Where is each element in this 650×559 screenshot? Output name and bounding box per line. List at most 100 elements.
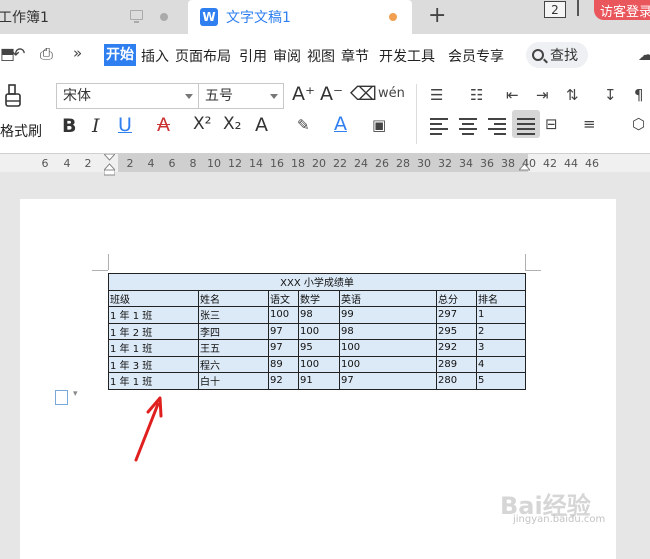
table-cell[interactable]: 280 [436,372,477,390]
menu-member[interactable]: 会员专享 [448,46,504,66]
monitor-icon[interactable] [130,10,143,23]
table-cell[interactable]: 1 年 3 班 [108,355,199,373]
menu-page-layout[interactable]: 页面布局 [175,46,231,66]
table-cell[interactable]: 2 [475,322,527,340]
align-center-icon[interactable] [459,118,477,138]
table-row[interactable]: 1 年 1 班白十 92 91 97 280 5 [108,372,527,390]
menu-review[interactable]: 审阅 [273,46,301,66]
font-color-button[interactable]: A [334,113,347,135]
phonetic-guide-button[interactable]: wén [378,86,405,101]
table-title-row[interactable]: XXX 小学成绩单 [107,273,527,291]
menu-home[interactable]: 开始 [104,44,136,66]
score-table[interactable]: XXX 小学成绩单 班级 姓名 语文 数学 英语 总分 排名 1 年 1 班张三 100 98 99… [107,273,527,390]
font-name-select[interactable]: 宋体 [56,83,199,109]
table-cell[interactable]: 3 [475,339,527,357]
table-cell[interactable]: 1 年 1 班 [108,306,199,324]
grow-font-button[interactable]: A⁺ [292,83,315,105]
table-row[interactable]: 1 年 1 班王五 97 95 100 292 3 [108,339,527,357]
table-cell[interactable]: 1 年 1 班 [108,339,199,357]
table-cell[interactable]: 数学 [298,289,340,307]
right-indent-marker-icon[interactable] [519,154,530,176]
menu-developer[interactable]: 开发工具 [379,46,435,66]
cloud-icon[interactable]: ☁ [638,45,650,64]
bullet-list-icon[interactable]: ☰ [430,86,443,104]
table-cell[interactable]: 1 [475,306,527,324]
table-cell[interactable]: 4 [475,355,527,373]
show-marks-icon[interactable]: ¶ [634,86,644,104]
superscript-button[interactable]: X² [193,114,211,134]
table-cell[interactable]: 张三 [198,306,269,324]
underline-button[interactable]: U [118,114,132,136]
format-painter-label[interactable]: 格式刷 [0,121,42,141]
undo-icon[interactable]: ↶ [12,44,25,63]
table-cell[interactable]: 总分 [436,289,477,307]
more-quick-actions-icon[interactable]: » [73,44,82,62]
table-cell[interactable]: 100 [268,306,299,324]
tab-status-dot-icon[interactable] [160,13,168,21]
tab-workbook[interactable]: 工作簿1 [0,0,186,34]
table-cell[interactable]: 5 [475,372,527,390]
table-cell[interactable]: 97 [268,322,299,340]
table-cell[interactable]: 排名 [475,289,527,307]
table-cell[interactable]: 98 [298,306,340,324]
table-cell[interactable]: 100 [339,339,437,357]
table-cell[interactable]: 297 [436,306,477,324]
table-cell[interactable]: 100 [298,355,340,373]
table-cell[interactable]: 1 年 2 班 [108,322,199,340]
table-cell[interactable]: 程六 [198,355,269,373]
paste-options-icon[interactable] [55,389,78,405]
tab-document[interactable]: W 文字文稿1 [188,0,412,34]
table-cell[interactable]: 英语 [339,289,437,307]
table-cell[interactable]: 289 [436,355,477,373]
line-spacing-icon[interactable]: ≡ [583,115,596,133]
table-cell[interactable]: 李四 [198,322,269,340]
table-header-row[interactable]: 班级 姓名 语文 数学 英语 总分 排名 [108,289,527,307]
table-cell[interactable]: 姓名 [198,289,269,307]
table-row[interactable]: 1 年 1 班张三 100 98 99 297 1 [108,306,527,324]
table-cell[interactable]: 97 [339,372,437,390]
borders-icon[interactable]: ⬡ [632,115,645,133]
increase-indent-icon[interactable]: ⇥ [536,86,549,104]
table-cell[interactable]: 292 [436,339,477,357]
table-cell[interactable]: 295 [436,322,477,340]
menu-insert[interactable]: 插入 [141,46,169,66]
table-cell[interactable]: 99 [339,306,437,324]
menu-chapter[interactable]: 章节 [341,46,369,66]
distribute-icon[interactable]: ⊟ [545,115,558,133]
table-cell[interactable]: 白十 [198,372,269,390]
table-cell[interactable]: 100 [339,355,437,373]
bold-button[interactable]: B [62,115,76,137]
table-cell[interactable]: 95 [298,339,340,357]
table-cell[interactable]: 92 [268,372,299,390]
table-cell[interactable]: 王五 [198,339,269,357]
char-shading-icon[interactable]: ▣ [372,116,386,134]
format-painter-icon[interactable] [4,84,22,110]
table-cell[interactable]: 91 [298,372,340,390]
shrink-font-button[interactable]: A⁻ [320,83,343,105]
print-icon[interactable]: ⎙ [40,44,53,64]
search-button[interactable]: 查找 [526,42,588,68]
table-title-cell[interactable]: XXX 小学成绩单 [107,273,527,291]
font-size-select[interactable]: 五号 [198,83,284,109]
left-indent-marker-icon[interactable] [104,154,115,176]
new-tab-button[interactable]: + [428,3,446,28]
table-row[interactable]: 1 年 2 班李四 97 100 98 295 2 [108,322,527,340]
table-cell[interactable]: 100 [298,322,340,340]
numbered-list-icon[interactable]: ☷ [470,86,483,104]
text-direction-icon[interactable]: ⇅ [566,86,579,104]
italic-button[interactable]: I [92,115,100,137]
subscript-button[interactable]: X₂ [223,114,241,134]
table-row[interactable]: 1 年 3 班程六 89 100 100 289 4 [108,355,527,373]
strikethrough-button[interactable]: A [157,114,170,136]
clear-format-icon[interactable]: ⌫ [350,83,377,105]
table-cell[interactable]: 语文 [268,289,299,307]
menu-view[interactable]: 视图 [307,46,335,66]
table-cell[interactable]: 89 [268,355,299,373]
text-effect-button[interactable]: A [255,114,268,136]
sort-icon[interactable]: ↧ [604,86,617,104]
window-count-badge[interactable]: 2 [544,1,566,18]
table-cell[interactable]: 97 [268,339,299,357]
table-cell[interactable]: 98 [339,322,437,340]
guest-login-button[interactable]: 访客登录 [594,0,650,20]
table-cell[interactable]: 班级 [108,289,199,307]
